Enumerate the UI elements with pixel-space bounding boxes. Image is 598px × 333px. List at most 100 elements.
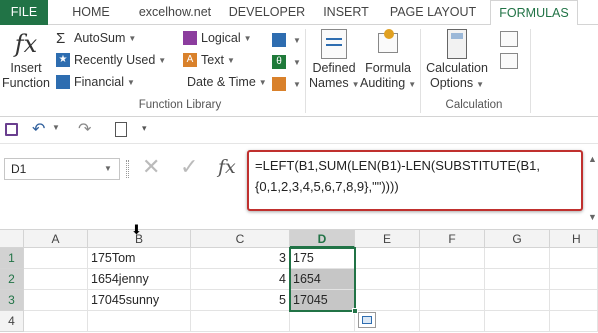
cell-h3[interactable] xyxy=(550,290,598,311)
enter-icon[interactable]: ✓ xyxy=(180,154,198,180)
expand-formula-bar-icon[interactable]: ▲ xyxy=(588,154,597,164)
cell-c4[interactable] xyxy=(191,311,290,332)
date-time-button[interactable]: Date & Time ▼ xyxy=(183,71,267,93)
quick-analysis-button[interactable] xyxy=(358,312,376,328)
cell-d2[interactable]: 1654 xyxy=(290,269,355,290)
text-book-icon: A xyxy=(183,53,197,67)
row-header-2[interactable]: 2 xyxy=(0,269,24,290)
cell-f2[interactable] xyxy=(420,269,485,290)
undo-icon[interactable]: ↶ xyxy=(32,119,45,139)
more-functions-icon xyxy=(272,77,286,91)
cell-f3[interactable] xyxy=(420,290,485,311)
new-document-icon[interactable] xyxy=(115,122,127,137)
cell-e2[interactable] xyxy=(355,269,420,290)
cell-f4[interactable] xyxy=(420,311,485,332)
collapse-formula-bar-icon[interactable]: ▼ xyxy=(588,212,597,222)
name-box-dropdown-icon[interactable]: ▼ xyxy=(104,164,112,173)
defined-names-button[interactable]: Defined Names ▼ xyxy=(309,27,360,97)
column-header-d[interactable]: D xyxy=(290,230,355,248)
cell-h4[interactable] xyxy=(550,311,598,332)
column-header-g[interactable]: G xyxy=(485,230,550,248)
financial-book-icon xyxy=(56,75,70,89)
math-trig-button[interactable]: θ ▼ xyxy=(272,51,302,73)
autosum-button[interactable]: Σ AutoSum ▼ xyxy=(56,27,181,49)
formula-input[interactable]: =LEFT(B1,SUM(LEN(B1)-LEN(SUBSTITUTE(B1,{… xyxy=(247,150,583,211)
cell-b1[interactable]: 175Tom xyxy=(88,248,191,269)
ribbon-tab-bar: FILE HOME excelhow.net DEVELOPER INSERT … xyxy=(0,0,598,26)
math-trig-icon: θ xyxy=(272,55,286,69)
calculate-sheet-icon[interactable] xyxy=(500,53,518,69)
group-separator xyxy=(305,29,306,113)
function-library-col1: Σ AutoSum ▼ ★ Recently Used ▼ Financial ▼ xyxy=(56,27,181,93)
cell-b4[interactable] xyxy=(88,311,191,332)
financial-button[interactable]: Financial ▼ xyxy=(56,71,181,93)
name-tag-icon xyxy=(321,29,347,59)
cell-b3[interactable]: 17045sunny xyxy=(88,290,191,311)
logical-button[interactable]: Logical ▼ xyxy=(183,27,263,49)
cell-e1[interactable] xyxy=(355,248,420,269)
tab-developer[interactable]: DEVELOPER xyxy=(227,0,307,25)
auditing-icon xyxy=(375,29,401,59)
function-library-col3: ▼ θ ▼ ▼ xyxy=(272,29,302,95)
row-header-1[interactable]: 1 xyxy=(0,248,24,269)
tab-formulas[interactable]: FORMULAS xyxy=(490,0,578,26)
cell-g4[interactable] xyxy=(485,311,550,332)
cell-c1[interactable]: 3 xyxy=(191,248,290,269)
cell-d4[interactable] xyxy=(290,311,355,332)
formula-auditing-button[interactable]: Formula Auditing ▼ xyxy=(360,27,416,97)
column-header-e[interactable]: E xyxy=(355,230,420,248)
star-book-icon: ★ xyxy=(56,53,70,67)
splitter-handle[interactable] xyxy=(126,160,129,178)
cell-g3[interactable] xyxy=(485,290,550,311)
tab-file[interactable]: FILE xyxy=(0,0,48,25)
text-button[interactable]: A Text ▼ xyxy=(183,49,263,71)
cell-a4[interactable] xyxy=(24,311,88,332)
tab-page-layout[interactable]: PAGE LAYOUT xyxy=(386,0,480,25)
column-header-f[interactable]: F xyxy=(420,230,485,248)
customize-qat-icon[interactable]: ▾ xyxy=(142,123,147,134)
column-header-a[interactable]: A xyxy=(24,230,88,248)
cell-a2[interactable] xyxy=(24,269,88,290)
cell-g2[interactable] xyxy=(485,269,550,290)
calculate-now-icon[interactable] xyxy=(500,31,518,47)
fx-icon: fx xyxy=(14,30,38,58)
select-all-corner[interactable] xyxy=(0,230,24,248)
calculation-side-buttons xyxy=(500,31,524,69)
cancel-icon[interactable]: ✕ xyxy=(142,154,160,180)
insert-function-button[interactable]: fx Insert Function xyxy=(0,27,52,97)
lookup-icon xyxy=(272,33,286,47)
cell-d3[interactable]: 17045 xyxy=(290,290,355,311)
calculation-options-button[interactable]: Calculation Options ▼ xyxy=(424,27,490,97)
cell-a3[interactable] xyxy=(24,290,88,311)
cell-c2[interactable]: 4 xyxy=(191,269,290,290)
tab-excelhow[interactable]: excelhow.net xyxy=(127,0,223,25)
function-library-label: Function Library xyxy=(138,99,222,111)
group-separator xyxy=(530,29,531,113)
insert-function-fx-icon[interactable]: fx xyxy=(218,154,236,180)
cell-g1[interactable] xyxy=(485,248,550,269)
worksheet-grid: A B C D E F G H ⬇ 1 2 3 4 175Tom 3 175 1… xyxy=(0,222,598,333)
cell-h1[interactable] xyxy=(550,248,598,269)
cell-c3[interactable]: 5 xyxy=(191,290,290,311)
name-box[interactable]: D1 xyxy=(4,158,120,180)
function-library-col2: Logical ▼ A Text ▼ Date & Time ▼ xyxy=(183,27,267,93)
cell-h2[interactable] xyxy=(550,269,598,290)
cell-f1[interactable] xyxy=(420,248,485,269)
calculator-icon xyxy=(447,29,467,59)
lookup-reference-button[interactable]: ▼ xyxy=(272,29,302,51)
cell-a1[interactable] xyxy=(24,248,88,269)
column-header-h[interactable]: H xyxy=(550,230,598,248)
redo-icon[interactable]: ↷ xyxy=(78,119,91,139)
recently-used-button[interactable]: ★ Recently Used ▼ xyxy=(56,49,181,71)
cell-b2[interactable]: 1654jenny xyxy=(88,269,191,290)
more-functions-button[interactable]: ▼ xyxy=(272,73,302,95)
cell-d1[interactable]: 175 xyxy=(290,248,355,269)
tab-insert[interactable]: INSERT xyxy=(319,0,373,25)
undo-dropdown-icon[interactable]: ▼ xyxy=(52,123,60,132)
column-header-c[interactable]: C xyxy=(191,230,290,248)
row-header-3[interactable]: 3 xyxy=(0,290,24,311)
tab-home[interactable]: HOME xyxy=(66,0,116,25)
cell-e3[interactable] xyxy=(355,290,420,311)
save-icon[interactable] xyxy=(5,123,18,136)
row-header-4[interactable]: 4 xyxy=(0,311,24,332)
